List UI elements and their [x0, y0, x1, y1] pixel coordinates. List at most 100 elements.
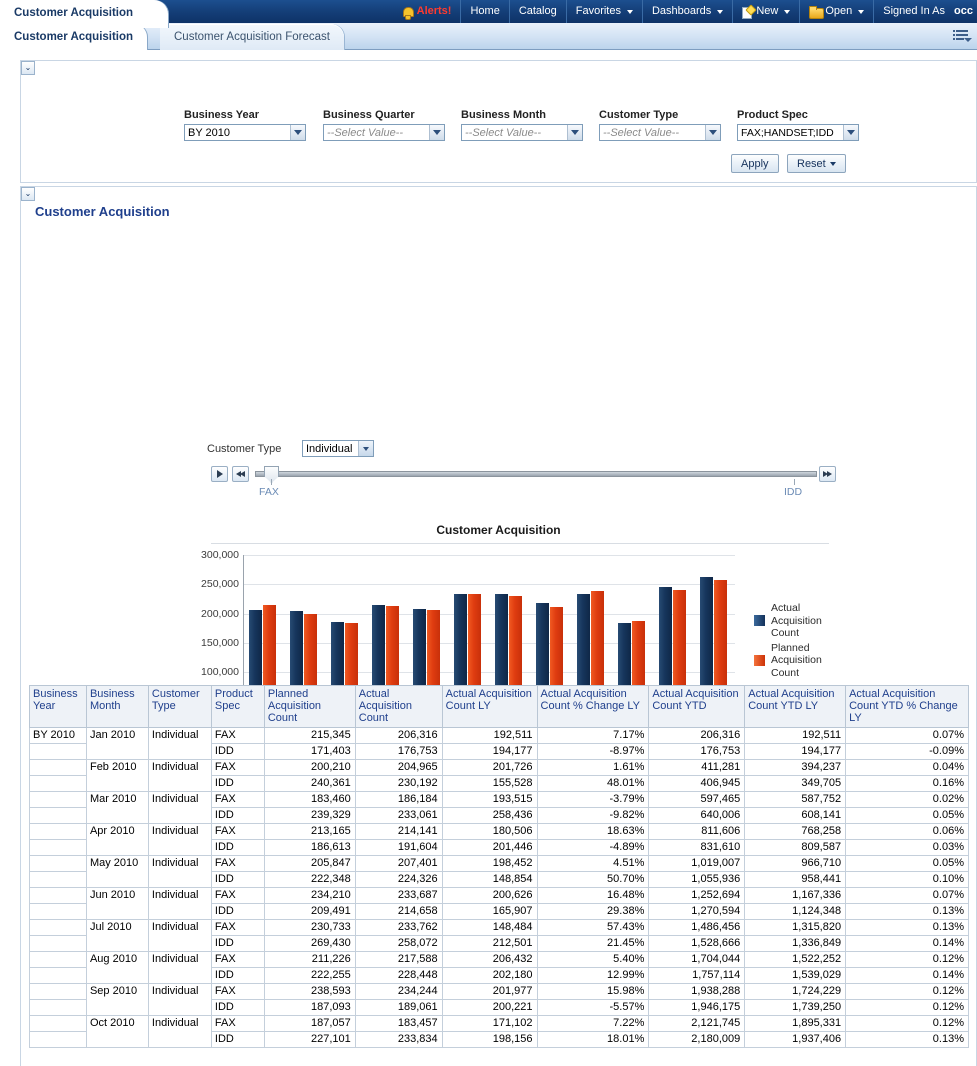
report-customer-type-value: Individual	[306, 443, 352, 455]
global-link-catalog[interactable]: Catalog	[510, 0, 567, 23]
chevron-down-icon: ⌄	[25, 190, 32, 198]
legend-label-actual: Actual Acquisition Count	[771, 602, 822, 639]
cell-actual-acquisition-count-pct-change-ly: 21.45%	[537, 936, 649, 952]
table-row: BY 2010Jan 2010IndividualFAX215,345206,3…	[30, 728, 969, 744]
chart-y-tick-label: 150,000	[191, 637, 239, 649]
global-link-home[interactable]: Home	[461, 0, 509, 23]
cell-product-spec: IDD	[211, 1032, 264, 1048]
cell-actual-acquisition-count-ytd: 811,606	[649, 824, 745, 840]
reset-button-label: Reset	[797, 158, 826, 170]
chevron-down-icon[interactable]	[290, 125, 305, 140]
chevron-down-icon[interactable]	[705, 125, 720, 140]
cell-actual-acquisition-count-ly: 193,515	[442, 792, 537, 808]
report-panel-collapse-button[interactable]: ⌄	[21, 187, 35, 201]
cell-planned-acquisition-count: 239,329	[264, 808, 355, 824]
chevron-down-icon: ⌄	[25, 64, 32, 72]
cell-actual-acquisition-count-ly: 206,432	[442, 952, 537, 968]
cell-planned-acquisition-count: 222,255	[264, 968, 355, 984]
cell-business-month: May 2010	[86, 856, 148, 888]
slider-track[interactable]	[255, 471, 817, 477]
cell-actual-acquisition-count-pct-change-ly: 29.38%	[537, 904, 649, 920]
chevron-down-icon[interactable]	[567, 125, 582, 140]
select-business-quarter[interactable]: --Select Value--	[323, 124, 445, 141]
label-business-month: Business Month	[461, 109, 546, 121]
label-product-spec: Product Spec	[737, 109, 808, 121]
cell-actual-acquisition-count-ytd-pct-change-ly: 0.02%	[846, 792, 969, 808]
slider-step-back-button[interactable]	[232, 466, 249, 482]
cell-customer-type: Individual	[148, 760, 211, 792]
signed-in-as: Signed In As	[874, 0, 954, 23]
table-column-header[interactable]: Actual Acquisition Count YTD	[649, 686, 745, 728]
cell-product-spec: FAX	[211, 760, 264, 776]
cell-actual-acquisition-count-pct-change-ly: 4.51%	[537, 856, 649, 872]
reset-button[interactable]: Reset	[787, 154, 846, 173]
cell-product-spec: IDD	[211, 744, 264, 760]
cell-actual-acquisition-count-ytd-ly: 768,258	[745, 824, 846, 840]
cell-business-year	[30, 1000, 87, 1016]
page-options-icon[interactable]	[953, 28, 971, 44]
table-row: Aug 2010IndividualFAX211,226217,588206,4…	[30, 952, 969, 968]
slider-step-forward-button[interactable]	[819, 466, 836, 482]
tab-customer-acquisition-forecast[interactable]: Customer Acquisition Forecast	[160, 24, 344, 50]
table-column-header[interactable]: Product Spec	[211, 686, 264, 728]
slider-play-button[interactable]	[211, 466, 228, 482]
chevron-down-icon[interactable]	[843, 125, 858, 140]
select-business-year[interactable]: BY 2010	[184, 124, 306, 141]
cell-actual-acquisition-count-ytd: 1,486,456	[649, 920, 745, 936]
global-link-alerts[interactable]: Alerts!	[393, 0, 462, 23]
cell-actual-acquisition-count-pct-change-ly: 18.63%	[537, 824, 649, 840]
table-row: Oct 2010IndividualFAX187,057183,457171,1…	[30, 1016, 969, 1032]
select-product-spec[interactable]: FAX;HANDSET;IDD	[737, 124, 859, 141]
cell-actual-acquisition-count-pct-change-ly: -3.79%	[537, 792, 649, 808]
table-column-header[interactable]: Customer Type	[148, 686, 211, 728]
table-column-header[interactable]: Actual Acquisition Count	[355, 686, 442, 728]
cell-actual-acquisition-count-ytd: 411,281	[649, 760, 745, 776]
global-link-favorites[interactable]: Favorites	[567, 0, 643, 23]
global-link-new[interactable]: New	[733, 0, 800, 23]
cell-actual-acquisition-count-ytd: 597,465	[649, 792, 745, 808]
cell-planned-acquisition-count: 269,430	[264, 936, 355, 952]
global-link-alerts-label: Alerts!	[417, 0, 452, 23]
product-spec-slider[interactable]: FAX IDD	[211, 466, 836, 500]
table-column-header[interactable]: Planned Acquisition Count	[264, 686, 355, 728]
play-icon	[217, 470, 223, 478]
global-link-open[interactable]: Open	[800, 0, 874, 23]
cell-business-month: Sep 2010	[86, 984, 148, 1016]
cell-product-spec: FAX	[211, 728, 264, 744]
cell-business-month: Apr 2010	[86, 824, 148, 856]
report-customer-type-select[interactable]: Individual	[302, 440, 374, 457]
legend-swatch-actual	[754, 615, 765, 626]
cell-product-spec: IDD	[211, 776, 264, 792]
table-column-header[interactable]: Actual Acquisition Count % Change LY	[537, 686, 649, 728]
cell-actual-acquisition-count: 233,687	[355, 888, 442, 904]
chevron-down-icon[interactable]	[429, 125, 444, 140]
table-column-header[interactable]: Actual Acquisition Count LY	[442, 686, 537, 728]
cell-business-year	[30, 872, 87, 888]
cell-actual-acquisition-count-ly: 171,102	[442, 1016, 537, 1032]
chevron-down-icon[interactable]	[358, 441, 373, 456]
select-business-month[interactable]: --Select Value--	[461, 124, 583, 141]
cell-planned-acquisition-count: 230,733	[264, 920, 355, 936]
select-customer-type[interactable]: --Select Value--	[599, 124, 721, 141]
cell-business-year	[30, 760, 87, 776]
signed-in-user[interactable]: occ	[954, 0, 977, 23]
prompt-panel-collapse-button[interactable]: ⌄	[21, 61, 35, 75]
cell-planned-acquisition-count: 205,847	[264, 856, 355, 872]
cell-actual-acquisition-count-ly: 198,452	[442, 856, 537, 872]
report-customer-type-label: Customer Type	[207, 443, 281, 455]
table-column-header[interactable]: Business Year	[30, 686, 87, 728]
chart-y-tick-label: 200,000	[191, 608, 239, 620]
cell-actual-acquisition-count-pct-change-ly: 7.17%	[537, 728, 649, 744]
legend-label-planned: Planned Acquisition Count	[771, 642, 822, 679]
cell-actual-acquisition-count-ytd-pct-change-ly: 0.14%	[846, 968, 969, 984]
global-link-dashboards[interactable]: Dashboards	[643, 0, 733, 23]
table-column-header[interactable]: Business Month	[86, 686, 148, 728]
cell-product-spec: FAX	[211, 984, 264, 1000]
apply-button[interactable]: Apply	[731, 154, 779, 173]
cell-product-spec: IDD	[211, 904, 264, 920]
table-column-header[interactable]: Actual Acquisition Count YTD % Change LY	[846, 686, 969, 728]
cell-actual-acquisition-count-ytd-ly: 1,895,331	[745, 1016, 846, 1032]
table-column-header[interactable]: Actual Acquisition Count YTD LY	[745, 686, 846, 728]
select-business-year-value: BY 2010	[188, 127, 230, 139]
chevron-down-icon	[784, 10, 790, 14]
